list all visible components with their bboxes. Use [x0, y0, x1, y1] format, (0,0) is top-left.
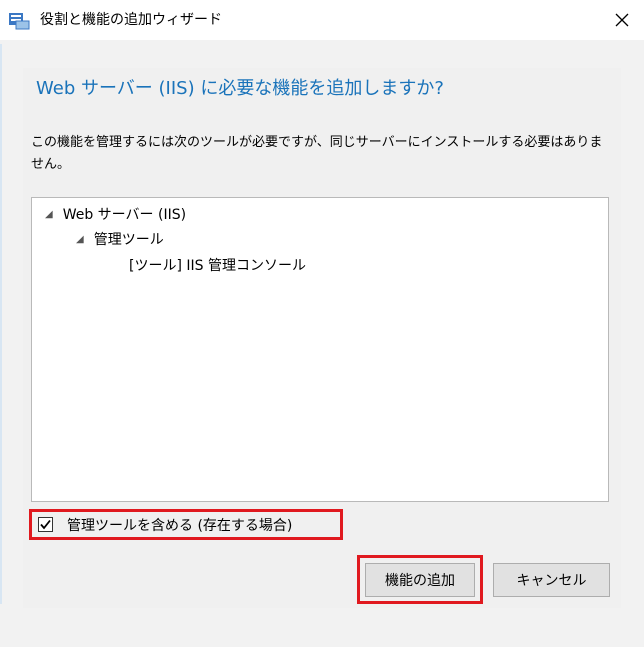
checkmark-icon	[40, 519, 51, 530]
dialog-description: この機能を管理するには次のツールが必要ですが、同じサーバーにインストールする必要…	[31, 135, 603, 172]
title-bar: 役割と機能の追加ウィザード	[0, 0, 644, 40]
include-tools-highlight: 管理ツールを含める (存在する場合)	[29, 509, 343, 540]
include-tools-label[interactable]: 管理ツールを含める (存在する場合)	[67, 515, 292, 535]
tree-item-management-tools[interactable]: ◢ 管理ツール	[76, 228, 164, 252]
cancel-button[interactable]: キャンセル	[493, 563, 610, 597]
window-edge	[0, 44, 2, 604]
expanded-triangle-icon[interactable]: ◢	[45, 203, 53, 227]
tree-item-label: 管理ツール	[93, 232, 164, 248]
tree-item-iis-console[interactable]: [ツール] IIS 管理コンソール	[129, 254, 306, 278]
close-icon	[615, 13, 629, 27]
server-manager-icon	[8, 10, 30, 30]
tree-item-label: Web サーバー (IIS)	[62, 207, 187, 223]
include-tools-checkbox[interactable]	[38, 517, 53, 532]
close-button[interactable]	[610, 8, 634, 32]
tree-item-web-server[interactable]: ◢ Web サーバー (IIS)	[45, 203, 186, 227]
add-features-button[interactable]: 機能の追加	[365, 563, 475, 597]
expanded-triangle-icon[interactable]: ◢	[76, 228, 84, 252]
dialog-heading: Web サーバー (IIS) に必要な機能を追加しますか?	[36, 78, 444, 99]
tree-item-label: [ツール] IIS 管理コンソール	[129, 258, 306, 274]
feature-tree[interactable]: ◢ Web サーバー (IIS) ◢ 管理ツール [ツール] IIS 管理コンソ…	[31, 197, 609, 502]
window-title: 役割と機能の追加ウィザード	[40, 12, 222, 28]
